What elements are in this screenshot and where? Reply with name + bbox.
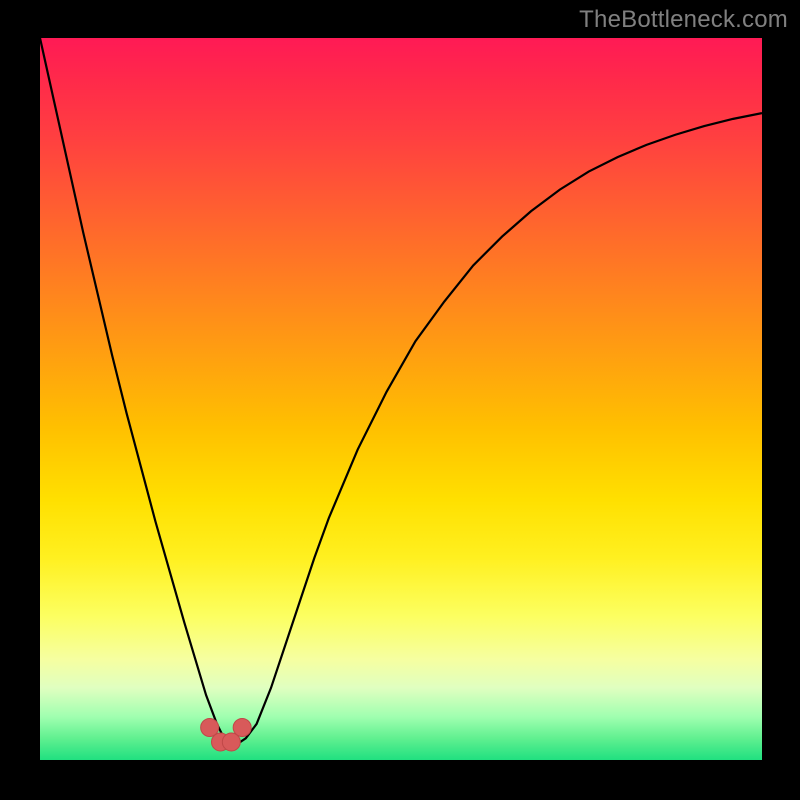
- plot-area: [40, 38, 762, 760]
- minimum-markers: [201, 719, 251, 751]
- watermark-text: TheBottleneck.com: [579, 6, 788, 34]
- chart-frame: TheBottleneck.com: [0, 0, 800, 800]
- curve-layer: [40, 38, 762, 760]
- minimum-marker: [233, 719, 251, 737]
- bottleneck-curve: [40, 38, 762, 746]
